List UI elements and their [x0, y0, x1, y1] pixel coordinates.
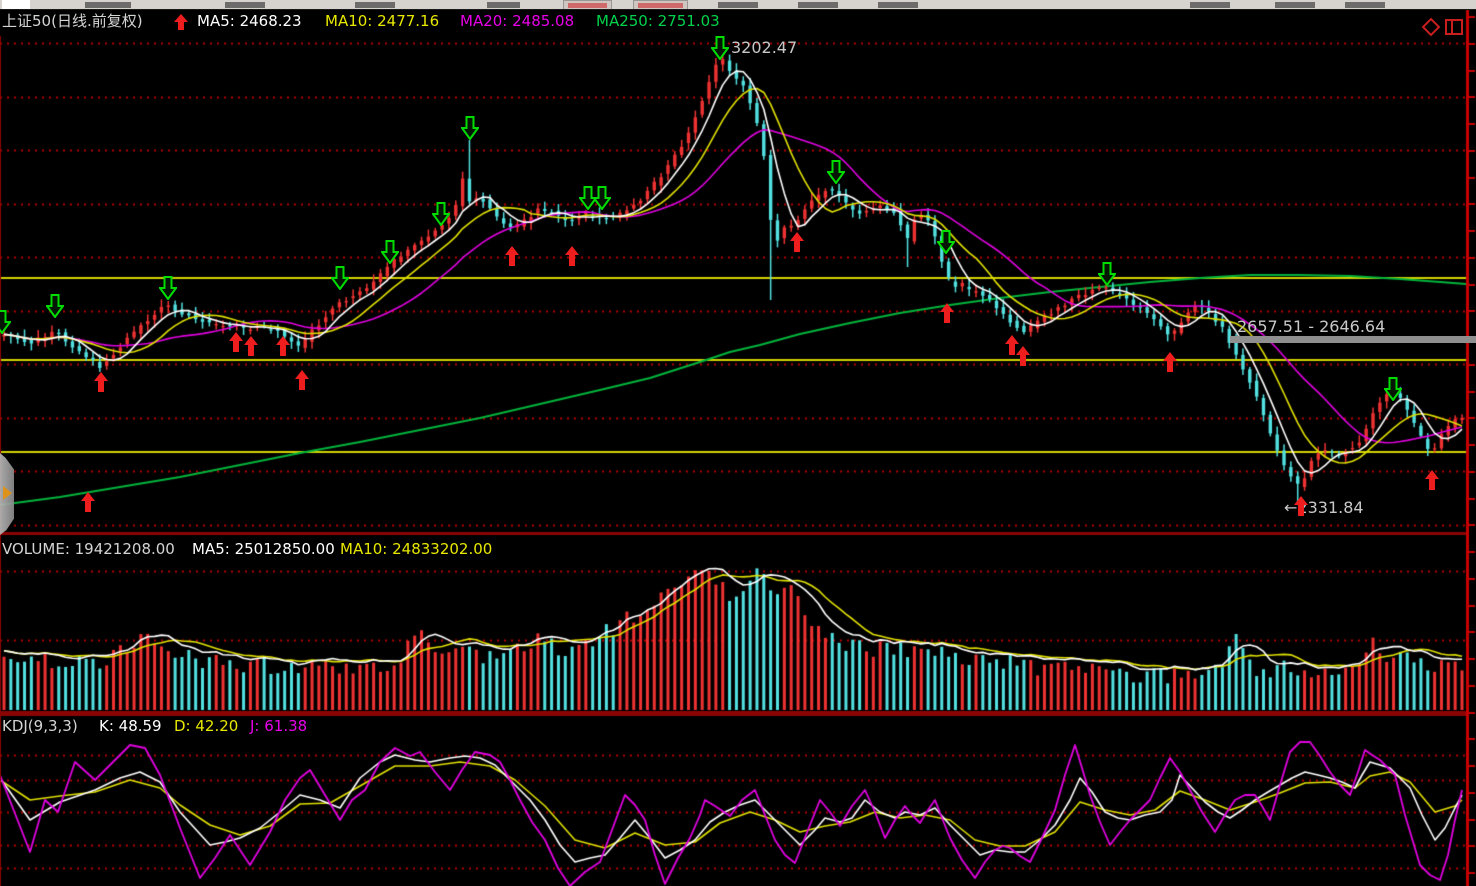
toolbar-button-clipped[interactable] [563, 0, 612, 10]
menu-item-clipped[interactable] [878, 2, 918, 8]
chart-canvas[interactable] [0, 0, 1476, 886]
sell-signal-arrow [711, 36, 729, 64]
menu-item-clipped[interactable] [1345, 2, 1385, 8]
buy-signal-arrow [565, 246, 579, 270]
menu-item-clipped[interactable] [1275, 2, 1315, 8]
ma5-value: MA5: 2468.23 [197, 13, 302, 30]
kdj-title: KDJ(9,3,3) [2, 718, 78, 735]
expand-right-icon [3, 486, 12, 500]
menu-item-clipped[interactable] [487, 2, 520, 8]
diamond-icon[interactable] [1421, 17, 1441, 41]
sell-signal-arrow [1098, 262, 1116, 290]
volume-ma10: MA10: 24833202.00 [340, 541, 492, 558]
ma20-value: MA20: 2485.08 [460, 13, 574, 30]
buy-signal-arrow [229, 332, 243, 356]
sell-signal-arrow [593, 186, 611, 214]
menu-item-clipped[interactable] [85, 2, 131, 8]
instrument-title: 上证50(日线.前复权) [2, 13, 143, 30]
menu-bar[interactable] [0, 0, 1476, 10]
volume-ma5: MA5: 25012850.00 [192, 541, 335, 558]
sell-signal-arrow [1384, 377, 1402, 405]
gap-range-label: 2657.51 - 2646.64 [1237, 318, 1385, 335]
buy-signal-arrow [81, 492, 95, 516]
up-arrow-icon [174, 14, 188, 34]
menu-item-clipped[interactable] [1190, 2, 1230, 8]
ma10-value: MA10: 2477.16 [325, 13, 439, 30]
sell-signal-arrow [159, 276, 177, 304]
peak-price-label: 3202.47 [731, 39, 797, 56]
toolbar-button-clipped[interactable] [633, 0, 688, 10]
buy-signal-arrow [1425, 470, 1439, 494]
window-corner-box [2, 0, 30, 9]
buy-signal-arrow [94, 372, 108, 396]
ma250-value: MA250: 2751.03 [596, 13, 720, 30]
buy-signal-arrow [505, 246, 519, 270]
menu-item-clipped[interactable] [225, 2, 265, 8]
buy-signal-arrow [790, 232, 804, 256]
sell-signal-arrow [432, 202, 450, 230]
buy-signal-arrow [244, 336, 258, 360]
sell-signal-arrow [331, 266, 349, 294]
sell-signal-arrow [461, 116, 479, 144]
menu-item-clipped[interactable] [355, 2, 395, 8]
sell-signal-arrow [381, 240, 399, 268]
kdj-j: J: 61.38 [250, 718, 307, 735]
gap-price-band [1230, 336, 1476, 343]
sell-signal-arrow [827, 160, 845, 188]
buy-signal-arrow [1016, 346, 1030, 370]
kdj-d: D: 42.20 [174, 718, 238, 735]
buy-signal-arrow [1163, 352, 1177, 376]
sell-signal-arrow [0, 310, 11, 338]
split-window-icon[interactable] [1444, 17, 1464, 41]
sell-signal-arrow [937, 230, 955, 258]
volume-value: VOLUME: 19421208.00 [2, 541, 175, 558]
buy-signal-arrow [1294, 496, 1308, 520]
sell-signal-arrow [46, 294, 64, 322]
menu-item-clipped[interactable] [718, 2, 758, 8]
buy-signal-arrow [295, 370, 309, 394]
buy-signal-arrow [276, 336, 290, 360]
buy-signal-arrow [940, 303, 954, 327]
menu-item-clipped[interactable] [798, 2, 838, 8]
kdj-k: K: 48.59 [99, 718, 162, 735]
trading-app-window: 上证50(日线.前复权) MA5: 2468.23 MA10: 2477.16 … [0, 0, 1476, 886]
